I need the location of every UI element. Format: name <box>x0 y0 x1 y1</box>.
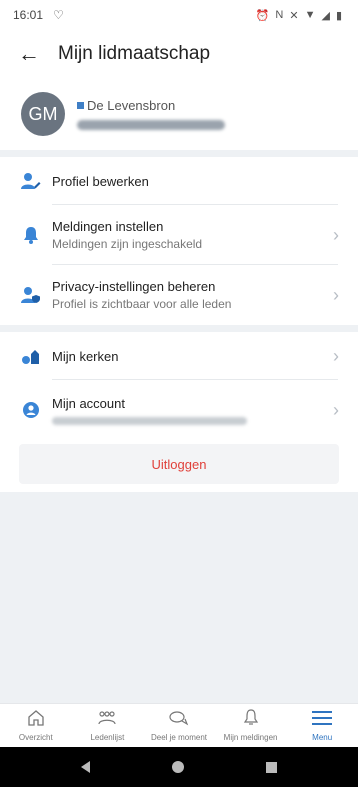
system-back-icon[interactable] <box>81 761 90 773</box>
home-icon <box>27 709 45 731</box>
back-arrow-icon[interactable]: ← <box>0 30 58 78</box>
nav-label: Deel je moment <box>150 732 207 742</box>
menu-item-label: Meldingen instellen <box>52 219 164 234</box>
nav-label: Overzicht <box>18 732 53 742</box>
settings-section: Profiel bewerken Meldingen instellen Mel… <box>0 157 358 325</box>
account-icon <box>20 399 42 421</box>
menu-icon <box>312 710 333 731</box>
avatar: GM <box>21 92 65 136</box>
chevron-right-icon: › <box>333 284 339 305</box>
signal-icon: ◢ <box>321 9 330 22</box>
nav-label: Mijn meldingen <box>223 733 278 742</box>
menu-item-privacy[interactable]: Privacy-instellingen beheren Profiel is … <box>0 265 358 325</box>
member-name-blurred <box>77 120 225 130</box>
nav-my-notifications[interactable]: Mijn meldingen <box>215 704 287 747</box>
nav-label: Ledenlijst <box>90 732 125 742</box>
mute-icon: ✕ <box>289 9 299 22</box>
nav-members[interactable]: Ledenlijst <box>72 704 144 747</box>
nav-label: Menu <box>312 732 333 742</box>
account-email-blurred <box>52 416 247 425</box>
wifi-icon: ▼ <box>304 9 316 21</box>
members-icon <box>97 710 117 731</box>
user-edit-icon <box>20 170 42 192</box>
bell-icon <box>20 224 42 246</box>
chevron-right-icon: › <box>333 224 339 245</box>
bell-icon <box>243 709 259 731</box>
logout-section: Uitloggen <box>0 432 358 492</box>
nav-menu[interactable]: Menu <box>286 704 358 747</box>
chat-icon <box>169 710 189 731</box>
system-home-icon[interactable] <box>172 761 184 773</box>
nav-share-moment[interactable]: Deel je moment <box>143 704 215 747</box>
app-bar: ← Mijn lidmaatschap <box>0 30 358 78</box>
heart-status-icon: ♡ <box>53 8 64 22</box>
profile-header: GM De Levensbron <box>0 78 358 150</box>
user-shield-icon <box>20 284 42 306</box>
account-section: Mijn kerken › Mijn account › <box>0 332 358 440</box>
church-icon <box>20 345 42 367</box>
logout-button[interactable]: Uitloggen <box>19 444 339 484</box>
menu-item-label: Privacy-instellingen beheren <box>52 279 216 294</box>
chevron-right-icon: › <box>333 345 339 366</box>
menu-item-my-account[interactable]: Mijn account › <box>0 380 358 440</box>
page-title: Mijn lidmaatschap <box>58 43 211 64</box>
status-time: 16:01 <box>13 8 44 22</box>
nfc-icon: N <box>275 9 284 21</box>
system-navigation-bar <box>0 747 358 787</box>
battery-icon: ▮ <box>335 9 342 22</box>
menu-item-edit-profile[interactable]: Profiel bewerken <box>0 157 358 205</box>
system-recents-icon[interactable] <box>266 761 277 773</box>
menu-item-notifications[interactable]: Meldingen instellen Meldingen zijn inges… <box>0 205 358 265</box>
menu-item-label: Mijn account <box>52 395 125 411</box>
menu-item-my-churches[interactable]: Mijn kerken › <box>0 332 358 380</box>
alarm-icon: ⏰ <box>255 9 270 22</box>
nav-overview[interactable]: Overzicht <box>0 704 72 747</box>
menu-item-subtitle: Meldingen zijn ingeschakeld <box>52 237 203 251</box>
org-color-square-icon <box>77 102 84 109</box>
status-icons: ⏰ N ✕ ▼ ◢ ▮ <box>256 9 342 22</box>
chevron-right-icon: › <box>333 399 339 420</box>
organization: De Levensbron <box>77 98 225 113</box>
bottom-navigation: Overzicht Ledenlijst Deel je moment Mijn… <box>0 703 358 747</box>
menu-item-label: Profiel bewerken <box>52 173 149 189</box>
menu-item-label: Mijn kerken <box>52 348 119 364</box>
status-bar: 16:01 ♡ ⏰ N ✕ ▼ ◢ ▮ <box>0 0 358 30</box>
organization-name: De Levensbron <box>87 98 176 113</box>
menu-item-subtitle: Profiel is zichtbaar voor alle leden <box>52 297 232 311</box>
